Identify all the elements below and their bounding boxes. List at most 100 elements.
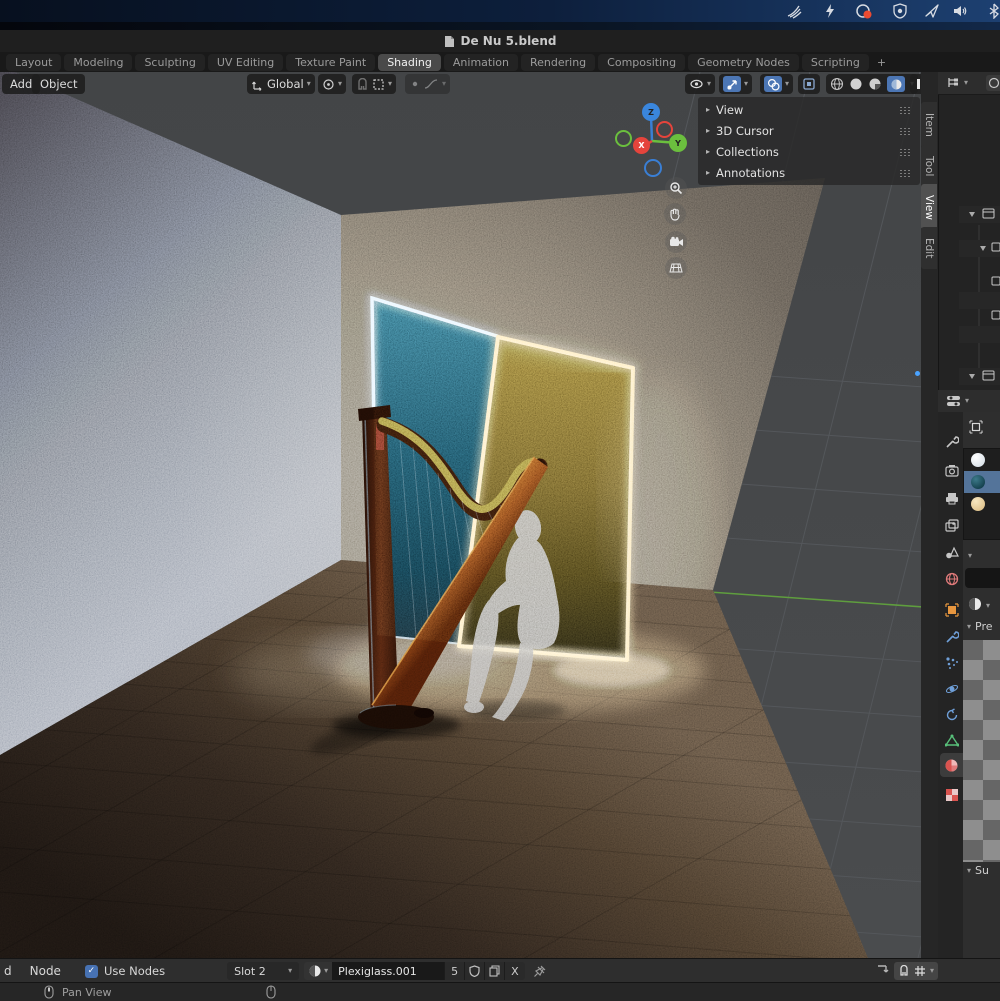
npanel-3dcursor-row[interactable]: ▸ 3D Cursor — [698, 122, 920, 139]
pin-icon[interactable] — [533, 965, 546, 978]
tab-modeling[interactable]: Modeling — [64, 54, 132, 71]
tool-properties-tab[interactable] — [940, 430, 963, 454]
overlay-grid-icon[interactable] — [914, 965, 926, 977]
snap-target-icon[interactable] — [372, 78, 385, 91]
pivot-point-dropdown[interactable]: ▾ — [318, 74, 346, 94]
gizmo-y-axis[interactable]: Y — [669, 134, 687, 152]
render-properties-tab[interactable] — [940, 458, 963, 482]
particles-properties-tab[interactable] — [940, 651, 963, 675]
move-view-button[interactable] — [664, 203, 686, 225]
send-icon[interactable] — [924, 3, 940, 19]
surface-section-header[interactable]: ▾Su — [967, 864, 989, 877]
object-type-visibility-dropdown[interactable]: ▾ — [685, 74, 715, 94]
solid-shading-icon[interactable] — [849, 77, 863, 91]
tab-geometry-nodes[interactable]: Geometry Nodes — [688, 54, 799, 71]
gizmo-neg-z-axis[interactable] — [644, 159, 662, 177]
modifier-properties-tab[interactable] — [940, 625, 963, 649]
gizmo-z-axis[interactable]: Z — [642, 103, 660, 121]
xray-toggle[interactable] — [798, 74, 820, 94]
material-slot-3[interactable] — [964, 493, 1000, 515]
scene-properties-tab[interactable] — [940, 540, 963, 564]
filter-button[interactable] — [986, 75, 1000, 91]
parent-node-tree-icon[interactable] — [875, 964, 890, 978]
npanel-annotations-row[interactable]: ▸ Annotations — [698, 164, 920, 181]
drag-handle[interactable] — [899, 106, 912, 114]
view-layer-properties-tab[interactable] — [940, 513, 963, 537]
magnet-icon[interactable] — [356, 78, 369, 91]
new-material-copy-icon[interactable] — [484, 962, 504, 980]
panel-handle-dot[interactable] — [915, 371, 920, 376]
material-slot-2-selected[interactable] — [964, 471, 1000, 493]
show-gizmo-toggle[interactable]: ▾ — [719, 74, 752, 94]
tab-scripting[interactable]: Scripting — [802, 54, 869, 71]
sidebar-tab-edit[interactable]: Edit — [921, 227, 937, 269]
use-nodes-checkbox[interactable]: ✓ — [85, 965, 98, 978]
world-properties-tab[interactable] — [940, 567, 963, 591]
drag-handle[interactable] — [899, 148, 912, 156]
npanel-view-row[interactable]: ▸ View — [698, 101, 920, 118]
browse-material-dropdown[interactable]: ▾ — [304, 962, 332, 980]
slot-specials-arrow[interactable]: ▾ — [968, 552, 972, 560]
object-properties-tab[interactable] — [940, 598, 963, 622]
texture-properties-tab[interactable] — [940, 783, 963, 807]
drag-handle[interactable] — [899, 169, 912, 177]
bolt-icon[interactable] — [822, 3, 838, 19]
object-menu[interactable]: Object — [32, 74, 85, 94]
fake-user-shield-icon[interactable] — [464, 962, 484, 980]
material-name-field[interactable] — [965, 568, 1000, 588]
screen-record-icon[interactable] — [855, 3, 873, 20]
gizmo-x-axis[interactable]: X — [633, 137, 650, 154]
show-overlays-toggle[interactable]: ▾ — [760, 74, 793, 94]
constraints-properties-tab[interactable] — [940, 703, 963, 727]
sidebar-tab-tool[interactable]: Tool — [921, 145, 937, 187]
slot-dropdown[interactable]: Slot 2▾ — [227, 962, 299, 980]
sidebar-tab-item[interactable]: Item — [921, 102, 937, 148]
add-workspace-button[interactable]: + — [872, 54, 891, 71]
proportional-editing-controls[interactable]: ▾ — [405, 74, 450, 94]
material-preview-shading-icon[interactable] — [868, 77, 882, 91]
gizmo-neg-y-axis[interactable] — [615, 130, 632, 147]
preview-section-header[interactable]: ▾Pre — [967, 620, 993, 633]
object-data-properties-tab[interactable] — [940, 728, 963, 752]
bluetooth-icon[interactable] — [986, 3, 1000, 19]
snapping-controls[interactable]: ▾ — [352, 74, 396, 94]
volume-icon[interactable] — [952, 3, 969, 19]
tab-animation[interactable]: Animation — [444, 54, 518, 71]
tab-layout[interactable]: Layout — [6, 54, 61, 71]
material-name-input[interactable]: Plexiglass.001 — [332, 962, 444, 980]
tab-shading[interactable]: Shading — [378, 54, 441, 71]
tab-texture-paint[interactable]: Texture Paint — [286, 54, 375, 71]
3d-viewport[interactable]: Add Object Global▾ ▾ ▾ ▾ ▾ ▾ ▾ ▾ — [0, 72, 938, 958]
transform-orientation-dropdown[interactable]: Global▾ — [247, 74, 315, 94]
output-properties-tab[interactable] — [940, 486, 963, 510]
tab-compositing[interactable]: Compositing — [598, 54, 685, 71]
n-panel: ▸ View ▸ 3D Cursor ▸ Collections ▸ Annot… — [698, 97, 920, 185]
expand-arrow-icon: ▸ — [706, 147, 710, 156]
node-menu[interactable]: Node — [30, 964, 61, 978]
toggle-orthographic-button[interactable] — [665, 257, 687, 279]
wireframe-shading-icon[interactable] — [830, 77, 844, 91]
material-properties-tab[interactable] — [940, 753, 963, 777]
camera-view-button[interactable] — [665, 231, 687, 253]
shield-check-icon[interactable] — [892, 3, 908, 19]
npanel-collections-row[interactable]: ▸ Collections — [698, 143, 920, 160]
swoosh-icon[interactable] — [786, 3, 802, 19]
tab-uv-editing[interactable]: UV Editing — [208, 54, 283, 71]
gizmo-neg-x-axis[interactable] — [656, 121, 673, 138]
tab-sculpting[interactable]: Sculpting — [135, 54, 204, 71]
display-mode-icon[interactable] — [946, 76, 962, 90]
rendered-shading-icon[interactable] — [887, 76, 905, 92]
users-count-button[interactable]: 5 — [444, 962, 464, 980]
sidebar-tab-view[interactable]: View — [921, 184, 937, 230]
snapping-magnet-icon[interactable] — [898, 965, 910, 977]
tab-rendering[interactable]: Rendering — [521, 54, 595, 71]
menu-cut-label[interactable]: d — [4, 964, 12, 978]
drag-handle[interactable] — [899, 127, 912, 135]
editor-type-icon[interactable] — [946, 394, 962, 408]
browse-material-icon[interactable] — [967, 596, 983, 612]
physics-properties-tab[interactable] — [940, 677, 963, 701]
material-slot-1[interactable] — [964, 449, 1000, 471]
zoom-button[interactable] — [665, 177, 687, 199]
properties-header: ▾ — [938, 390, 1000, 413]
unlink-button[interactable]: X — [504, 962, 525, 980]
